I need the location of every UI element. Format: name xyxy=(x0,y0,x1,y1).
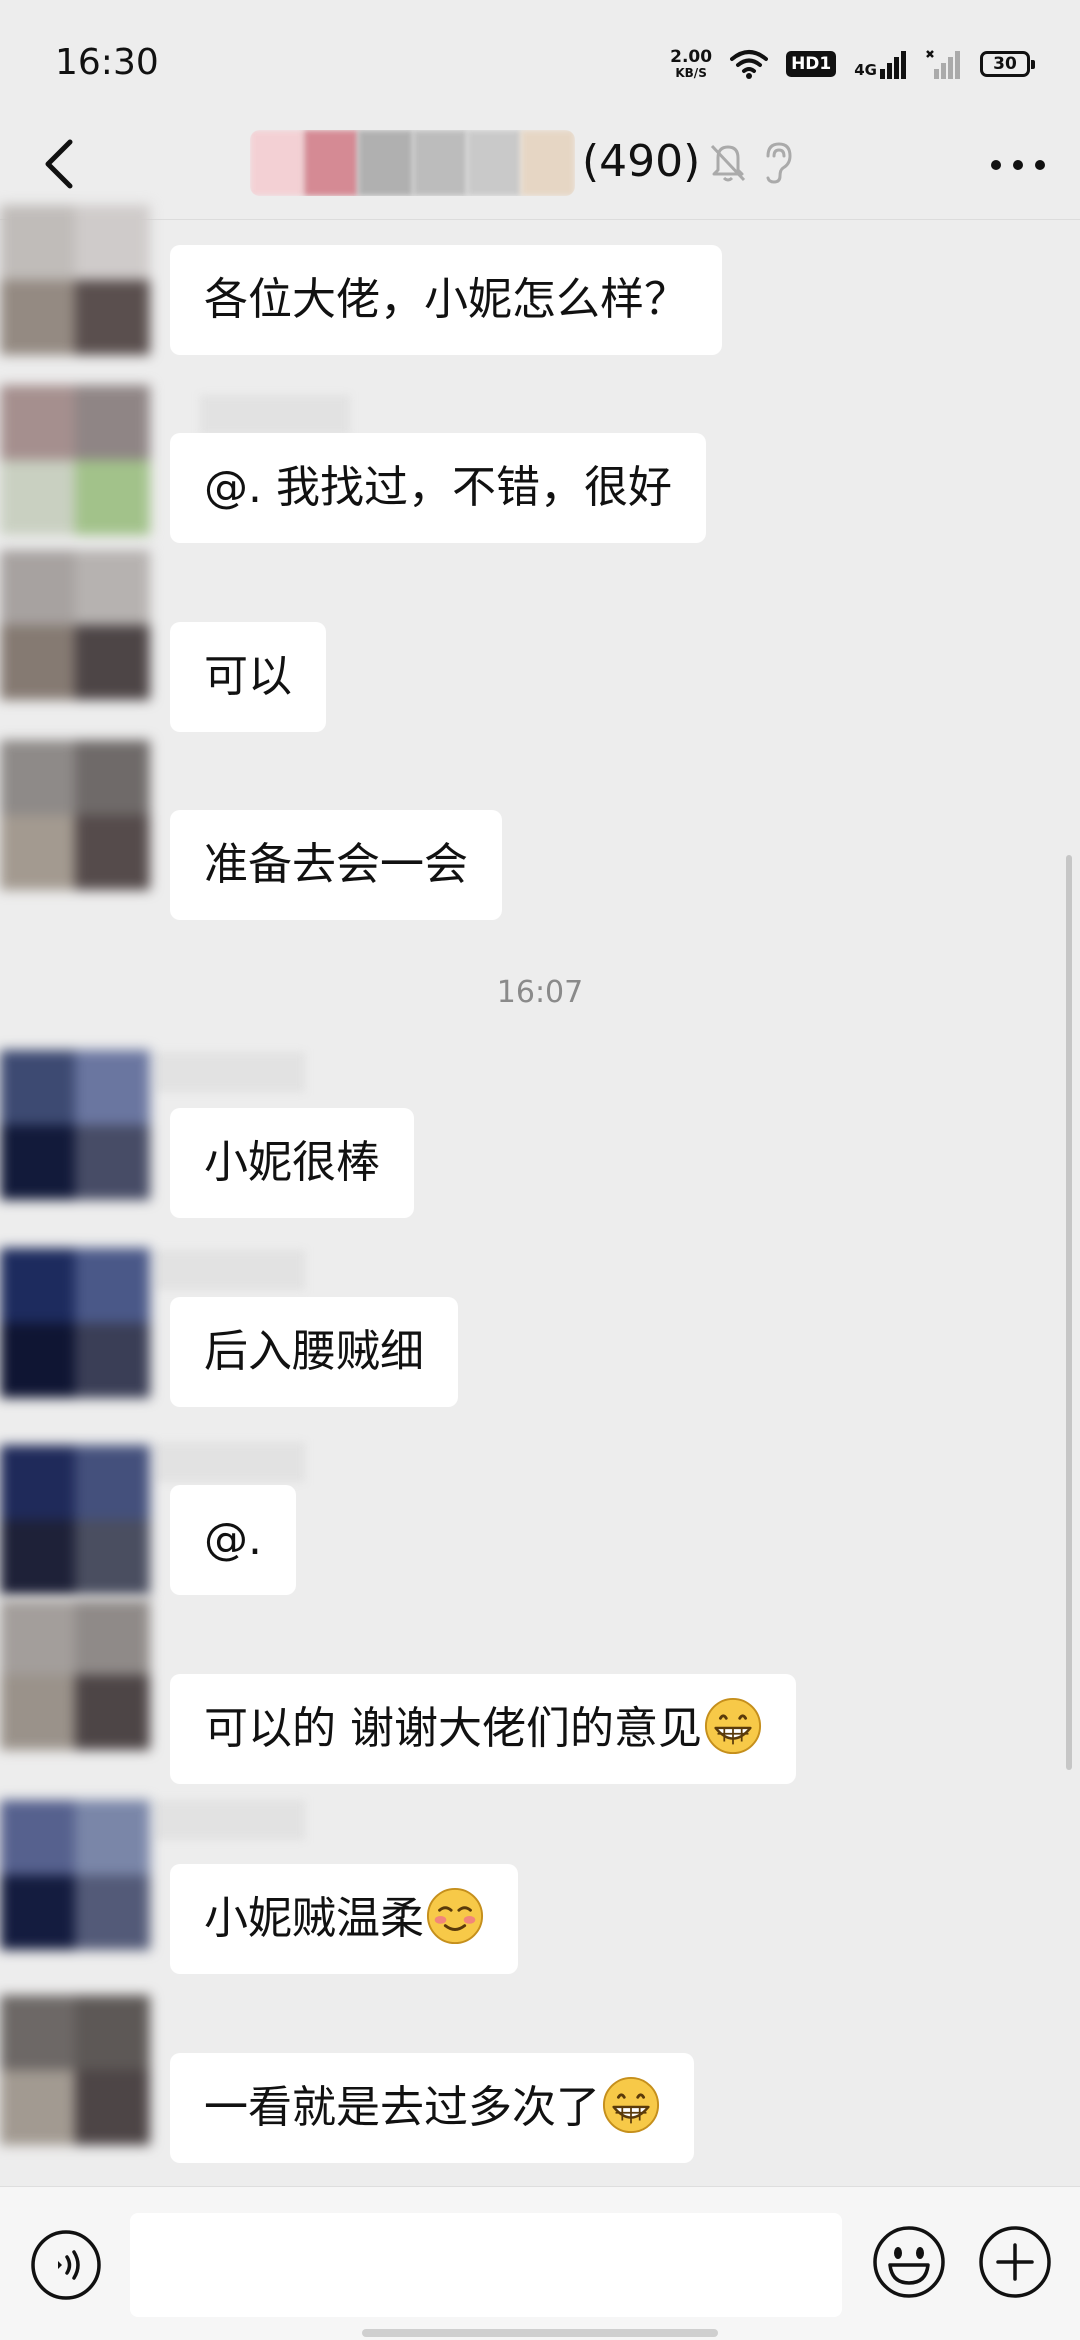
status-icons: 2.00 KB/S HD1 4G 30 xyxy=(670,44,1035,84)
message-bubble[interactable]: 小妮很棒 xyxy=(170,1108,414,1218)
message-text: 可以的 谢谢大佬们的意见 xyxy=(204,1703,702,1754)
sender-name xyxy=(200,395,350,435)
message-text: 小妮贼温柔 xyxy=(204,1893,424,1944)
smiling-face-icon xyxy=(426,1887,484,1945)
mute-bell-icon xyxy=(710,144,746,182)
input-bar xyxy=(0,2186,1080,2340)
message-bubble[interactable]: 可以的 谢谢大佬们的意见 xyxy=(170,1674,796,1784)
net-speed-unit: KB/S xyxy=(675,66,707,80)
sender-name xyxy=(155,1052,305,1092)
message-bubble[interactable]: @. 我找过，不错，很好 xyxy=(170,433,706,543)
net-speed: 2.00 KB/S xyxy=(670,48,712,80)
no-signal-icon xyxy=(926,50,960,79)
message-bubble[interactable]: 准备去会一会 xyxy=(170,810,502,920)
avatar[interactable] xyxy=(0,1800,150,1950)
chat-header: (490) xyxy=(0,110,1080,220)
message-input[interactable] xyxy=(130,2213,842,2317)
message-bubble[interactable]: 各位大佬，小妮怎么样？ xyxy=(170,245,722,355)
back-icon[interactable] xyxy=(30,132,90,196)
plus-icon[interactable] xyxy=(978,2225,1052,2299)
hd-badge: HD1 xyxy=(786,51,837,77)
message-bubble[interactable]: @. xyxy=(170,1485,296,1595)
sender-name xyxy=(155,1800,305,1840)
scrollbar[interactable] xyxy=(1066,855,1072,1770)
chat-timestamp: 16:07 xyxy=(496,975,584,1010)
avatar[interactable] xyxy=(0,1445,150,1595)
status-time: 16:30 xyxy=(55,42,159,83)
member-count: (490) xyxy=(582,136,701,187)
avatar[interactable] xyxy=(0,1050,150,1200)
avatar[interactable] xyxy=(0,1600,150,1750)
net-speed-value: 2.00 xyxy=(670,47,713,67)
avatar[interactable] xyxy=(0,205,150,355)
avatar[interactable] xyxy=(0,385,150,535)
signal-icon: 4G xyxy=(854,49,908,79)
message-text: 一看就是去过多次了 xyxy=(204,2082,600,2133)
voice-icon[interactable] xyxy=(30,2229,102,2301)
sender-name xyxy=(155,1250,305,1290)
earpiece-icon xyxy=(766,142,792,184)
network-label: 4G xyxy=(854,61,877,79)
grinning-face-icon xyxy=(704,1697,762,1755)
avatar[interactable] xyxy=(0,1995,150,2145)
avatar[interactable] xyxy=(0,740,150,890)
avatar[interactable] xyxy=(0,550,150,700)
avatar[interactable] xyxy=(0,1248,150,1398)
message-bubble[interactable]: 小妮贼温柔 xyxy=(170,1864,518,1974)
message-bubble[interactable]: 后入腰贼细 xyxy=(170,1297,458,1407)
emoji-icon[interactable] xyxy=(872,2225,946,2299)
grinning-face-icon xyxy=(602,2076,660,2134)
battery-icon: 30 xyxy=(980,51,1035,77)
home-indicator[interactable] xyxy=(362,2329,718,2337)
sender-name xyxy=(155,1442,305,1482)
wifi-icon xyxy=(730,50,769,79)
more-icon[interactable] xyxy=(986,140,1050,190)
group-name-blurred xyxy=(250,130,575,196)
message-bubble[interactable]: 可以 xyxy=(170,622,326,732)
message-bubble[interactable]: 一看就是去过多次了 xyxy=(170,2053,694,2163)
